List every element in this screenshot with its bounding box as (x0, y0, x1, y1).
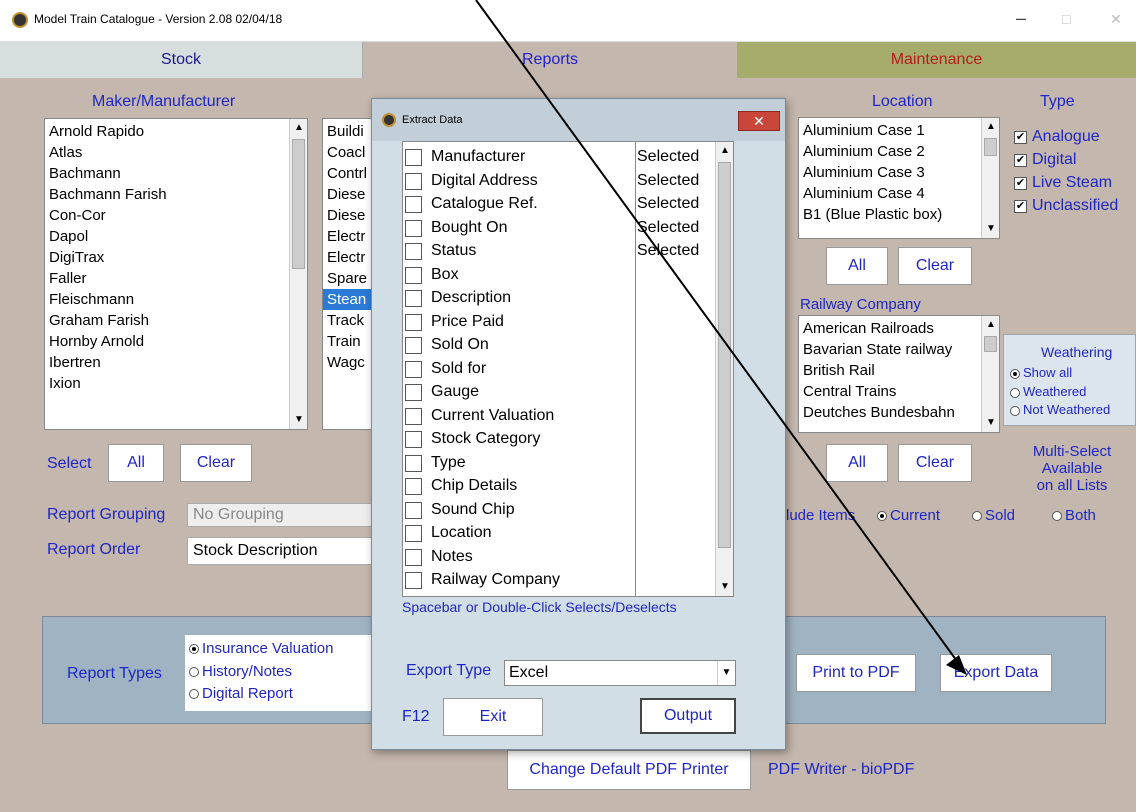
arrow-head-icon (946, 655, 967, 675)
annotation-arrow (475, 0, 967, 675)
arrow-line (475, 0, 963, 669)
